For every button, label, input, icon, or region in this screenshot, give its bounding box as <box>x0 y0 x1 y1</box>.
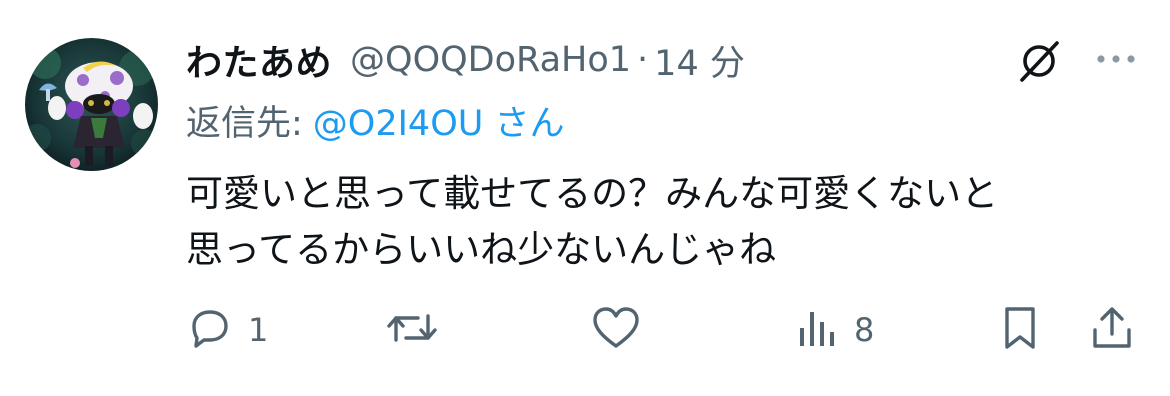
reply-prefix: 返信先: <box>186 103 303 144</box>
tweet-text-line: 可愛いと思って載せてるの？みんな可愛くないと <box>186 172 999 215</box>
separator-dot: · <box>637 40 649 80</box>
tweet-header: わたあめ @QOQDoRaHo1 · 14 分 <box>186 36 745 84</box>
views-icon <box>796 304 840 356</box>
share-button[interactable] <box>1088 300 1136 360</box>
views-count: 8 <box>854 311 875 349</box>
tweet[interactable]: わたあめ @QOQDoRaHo1 · 14 分 返信先: @O2I4OU さん … <box>0 0 1170 396</box>
bookmark-icon <box>998 304 1042 356</box>
repost-button[interactable] <box>386 300 452 360</box>
views-button[interactable]: 8 <box>796 300 874 360</box>
avatar[interactable] <box>25 38 158 171</box>
reply-context: 返信先: @O2I4OU さん <box>186 96 565 144</box>
grok-icon[interactable] <box>1014 38 1064 84</box>
heart-icon <box>590 304 642 356</box>
reply-count: 1 <box>248 311 269 349</box>
like-button[interactable] <box>590 300 656 360</box>
action-bar: 1 8 <box>186 300 1146 360</box>
user-handle[interactable]: @QOQDoRaHo1 <box>350 40 631 80</box>
bookmark-button[interactable] <box>998 300 1042 360</box>
share-icon <box>1088 304 1136 356</box>
timestamp[interactable]: 14 分 <box>654 35 745 86</box>
reply-target-link[interactable]: @O2I4OU さん <box>313 95 565 146</box>
reply-icon <box>186 304 234 356</box>
more-icon[interactable] <box>1093 44 1139 74</box>
repost-icon <box>386 304 438 356</box>
tweet-text-line: 思ってるからいいね少ないんじゃね <box>186 228 777 271</box>
display-name[interactable]: わたあめ <box>186 34 332 86</box>
reply-button[interactable]: 1 <box>186 300 268 360</box>
tweet-text: 可愛いと思って載せてるの？みんな可愛くないと 思ってるからいいね少ないんじゃね <box>186 166 1146 278</box>
